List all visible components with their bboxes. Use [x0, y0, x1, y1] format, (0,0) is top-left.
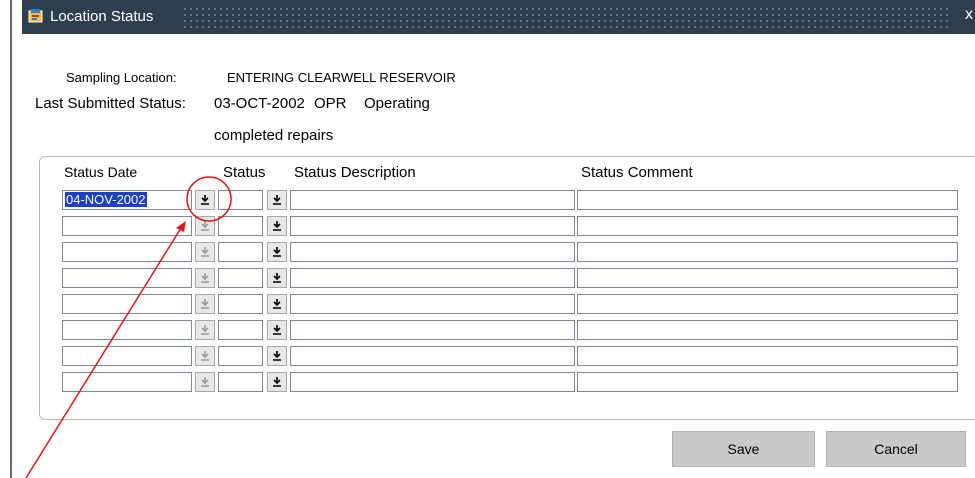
- download-arrow-icon: [201, 247, 209, 257]
- status-date-field[interactable]: [62, 268, 192, 288]
- status-code-field[interactable]: [218, 372, 263, 392]
- status-description-field[interactable]: [290, 294, 575, 314]
- status-code-field[interactable]: [218, 294, 263, 314]
- date-picker-button[interactable]: [195, 346, 215, 366]
- status-lov-button[interactable]: [267, 294, 287, 314]
- download-arrow-icon: [273, 377, 281, 387]
- status-lov-button[interactable]: [267, 320, 287, 340]
- status-date-field[interactable]: [62, 294, 192, 314]
- download-arrow-icon: [273, 195, 281, 205]
- close-icon[interactable]: x: [965, 6, 973, 24]
- header-status-description: Status Description: [294, 164, 416, 181]
- download-arrow-icon: [273, 221, 281, 231]
- status-code-field[interactable]: [218, 242, 263, 262]
- download-arrow-icon: [273, 273, 281, 283]
- download-arrow-icon: [201, 195, 209, 205]
- status-description-field[interactable]: [290, 320, 575, 340]
- status-comment-field[interactable]: [577, 294, 958, 314]
- status-description-field[interactable]: [290, 242, 575, 262]
- window-title: Location Status: [50, 8, 154, 25]
- last-status-code: OPR: [314, 95, 347, 112]
- status-comment-field[interactable]: [577, 346, 958, 366]
- status-comment-field[interactable]: [577, 190, 958, 210]
- status-date-field[interactable]: [62, 242, 192, 262]
- download-arrow-icon: [201, 221, 209, 231]
- status-date-field[interactable]: [62, 372, 192, 392]
- status-comment-field[interactable]: [577, 320, 958, 340]
- download-arrow-icon: [201, 377, 209, 387]
- status-comment-field[interactable]: [577, 242, 958, 262]
- sampling-location-value: ENTERING CLEARWELL RESERVOIR: [227, 70, 456, 85]
- status-code-field[interactable]: [218, 268, 263, 288]
- left-frame-line: [10, 0, 12, 478]
- download-arrow-icon: [201, 299, 209, 309]
- status-comment-field[interactable]: [577, 372, 958, 392]
- status-date-value: 04-NOV-2002: [65, 192, 147, 207]
- last-status-comment: completed repairs: [214, 127, 334, 144]
- status-code-field[interactable]: [218, 216, 263, 236]
- status-description-field[interactable]: [290, 346, 575, 366]
- last-status-label: Last Submitted Status:: [35, 95, 186, 112]
- status-date-field[interactable]: [62, 346, 192, 366]
- status-comment-field[interactable]: [577, 268, 958, 288]
- status-lov-button[interactable]: [267, 346, 287, 366]
- header-status: Status: [223, 164, 266, 181]
- download-arrow-icon: [201, 273, 209, 283]
- status-description-field[interactable]: [290, 372, 575, 392]
- status-lov-button[interactable]: [267, 242, 287, 262]
- status-code-field[interactable]: [218, 346, 263, 366]
- header-status-date: Status Date: [64, 164, 138, 180]
- window-form-icon: [28, 8, 44, 24]
- download-arrow-icon: [273, 247, 281, 257]
- titlebar-pattern: [182, 6, 950, 28]
- date-picker-button[interactable]: [195, 216, 215, 236]
- status-lov-button[interactable]: [267, 268, 287, 288]
- download-arrow-icon: [273, 325, 281, 335]
- status-lov-button[interactable]: [267, 190, 287, 210]
- status-description-field[interactable]: [290, 268, 575, 288]
- cancel-button[interactable]: Cancel: [826, 431, 966, 467]
- status-description-field[interactable]: [290, 190, 575, 210]
- date-picker-button[interactable]: [195, 190, 215, 210]
- download-arrow-icon: [201, 325, 209, 335]
- download-arrow-icon: [273, 299, 281, 309]
- date-picker-button[interactable]: [195, 268, 215, 288]
- header-status-comment: Status Comment: [581, 164, 693, 181]
- status-code-field[interactable]: [218, 190, 263, 210]
- status-comment-field[interactable]: [577, 216, 958, 236]
- status-lov-button[interactable]: [267, 216, 287, 236]
- download-arrow-icon: [273, 351, 281, 361]
- date-picker-button[interactable]: [195, 294, 215, 314]
- status-date-field[interactable]: [62, 320, 192, 340]
- status-lov-button[interactable]: [267, 372, 287, 392]
- last-status-date: 03-OCT-2002: [214, 95, 305, 112]
- date-picker-button[interactable]: [195, 372, 215, 392]
- save-button[interactable]: Save: [672, 431, 815, 467]
- last-status-description: Operating: [364, 95, 430, 112]
- date-picker-button[interactable]: [195, 242, 215, 262]
- download-arrow-icon: [201, 351, 209, 361]
- status-code-field[interactable]: [218, 320, 263, 340]
- status-date-field[interactable]: 04-NOV-2002: [62, 190, 192, 210]
- sampling-location-label: Sampling Location:: [66, 70, 177, 85]
- status-description-field[interactable]: [290, 216, 575, 236]
- window-titlebar: Location Status x: [22, 0, 975, 34]
- date-picker-button[interactable]: [195, 320, 215, 340]
- status-date-field[interactable]: [62, 216, 192, 236]
